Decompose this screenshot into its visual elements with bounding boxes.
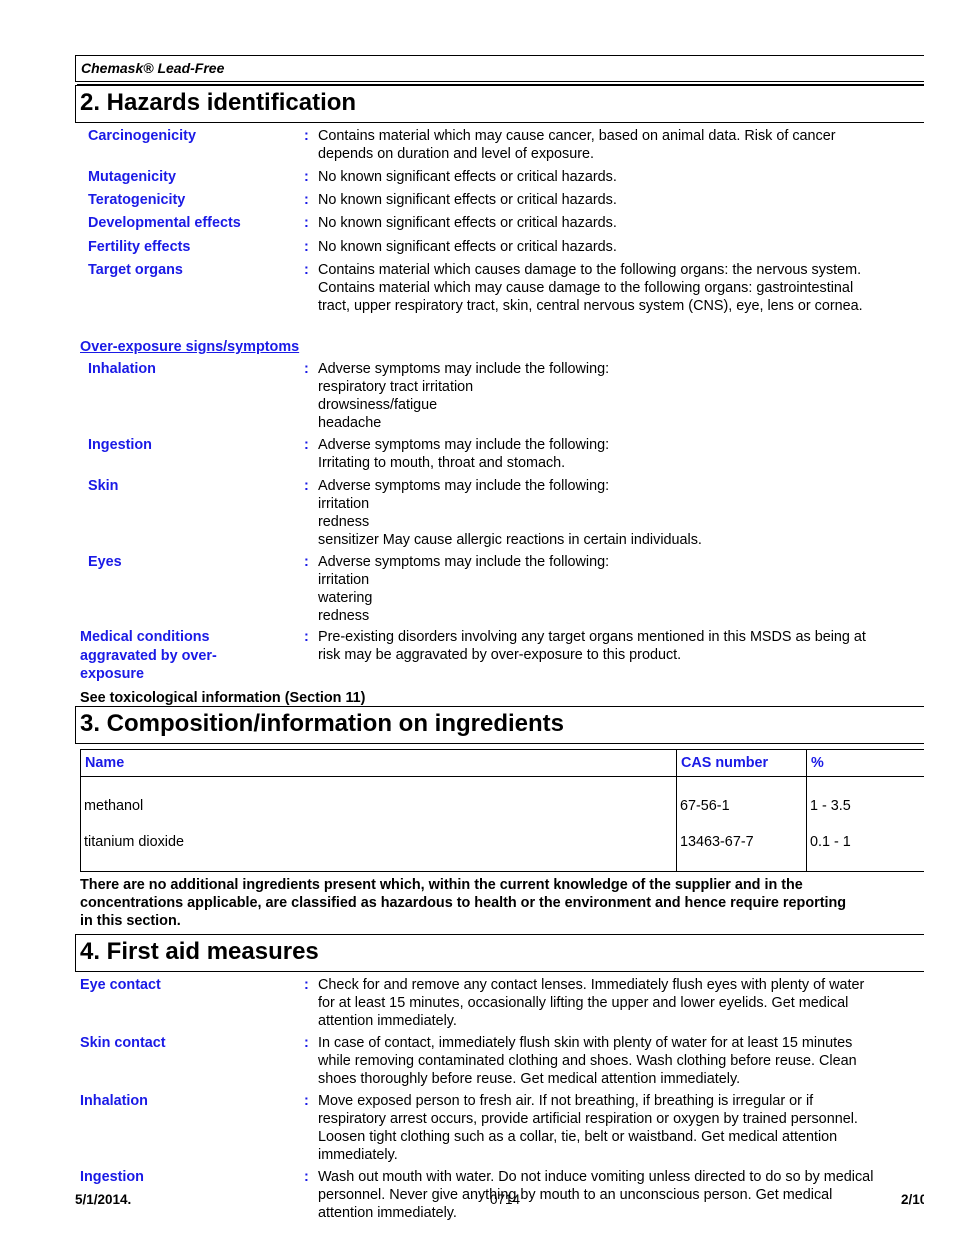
table-row: methanol titanium dioxide 67-56-1 13463-… — [80, 776, 924, 872]
section-title: 2. Hazards identification — [80, 89, 357, 116]
ingredients-table: Name CAS number % methanol titanium diox… — [80, 749, 924, 872]
row-colon: : — [304, 192, 309, 208]
hazard-row-carcinogenicity: Carcinogenicity : Contains material whic… — [75, 127, 924, 168]
row-colon: : — [304, 361, 309, 377]
hazard-row-developmental-effects: Developmental effects : No known signifi… — [75, 214, 924, 238]
section-title: 3. Composition/information on ingredient… — [80, 710, 564, 737]
row-label: Ingestion — [80, 1169, 144, 1185]
row-colon: : — [304, 478, 309, 494]
row-value: No known significant effects or critical… — [318, 192, 617, 208]
row-label: Skin contact — [80, 1035, 166, 1051]
row-value: Adverse symptoms may include the followi… — [318, 478, 702, 548]
row-colon: : — [304, 128, 309, 144]
row-label: Medical conditions aggravated by over- e… — [80, 629, 217, 682]
hazard-row-fertility-effects: Fertility effects : No known significant… — [75, 238, 924, 261]
row-colon: : — [304, 1093, 309, 1109]
row-label: Eyes — [88, 554, 122, 570]
document-page: Chemask® Lead-Free 2. Hazards identifica… — [75, 55, 924, 1226]
row-label: Inhalation — [88, 361, 156, 377]
row-label: Ingestion — [88, 437, 152, 453]
row-colon: : — [304, 1035, 309, 1051]
overexposure-heading[interactable]: Over-exposure signs/symptoms — [75, 338, 924, 360]
symptom-row-skin: Skin : Adverse symptoms may include the … — [75, 477, 924, 553]
row-label: Inhalation — [80, 1093, 148, 1109]
medical-conditions-row: Medical conditions aggravated by over- e… — [75, 628, 924, 689]
row-value: Wash out mouth with water. Do not induce… — [318, 1169, 874, 1221]
ingredient-cas: 67-56-1 — [680, 798, 730, 814]
section-heading-composition: 3. Composition/information on ingredient… — [75, 706, 924, 744]
row-colon: : — [304, 215, 309, 231]
row-value: Adverse symptoms may include the followi… — [318, 437, 610, 471]
row-label: Skin — [88, 478, 119, 494]
page-viewport: Chemask® Lead-Free 2. Hazards identifica… — [0, 0, 924, 1235]
row-label: Eye contact — [80, 977, 161, 993]
row-colon: : — [304, 169, 309, 185]
row-colon: : — [304, 239, 309, 255]
symptom-row-eyes: Eyes : Adverse symptoms may include the … — [75, 553, 924, 628]
row-value: Adverse symptoms may include the followi… — [318, 361, 610, 431]
column-header-name: Name — [80, 749, 677, 777]
row-value: Contains material which causes damage to… — [318, 262, 863, 314]
row-value: Contains material which may cause cancer… — [318, 128, 836, 162]
column-header-cas: CAS number — [676, 749, 807, 777]
section-heading-hazards: 2. Hazards identification — [75, 85, 924, 123]
see-toxicological-note: See toxicological information (Section 1… — [80, 690, 366, 706]
row-value: Check for and remove any contact lenses.… — [318, 977, 865, 1029]
row-value: No known significant effects or critical… — [318, 169, 617, 185]
first-aid-row-skin-contact: Skin contact : In case of contact, immed… — [75, 1034, 924, 1092]
ingredients-note: There are no additional ingredients pres… — [80, 877, 847, 929]
row-label: Developmental effects — [88, 215, 241, 231]
row-label: Carcinogenicity — [88, 128, 196, 144]
column-header-percent: % — [806, 749, 924, 777]
row-value: In case of contact, immediately flush sk… — [318, 1035, 857, 1087]
row-colon: : — [304, 977, 309, 993]
row-value: No known significant effects or critical… — [318, 215, 617, 231]
symptom-row-ingestion: Ingestion : Adverse symptoms may include… — [75, 436, 924, 477]
product-name: Chemask® Lead-Free — [81, 60, 225, 76]
table-header-row: Name CAS number % — [80, 749, 924, 777]
ingredient-cas: 13463-67-7 — [680, 834, 754, 850]
row-value: Adverse symptoms may include the followi… — [318, 554, 610, 624]
row-colon: : — [304, 554, 309, 570]
row-label: Teratogenicity — [88, 192, 186, 208]
row-value: Move exposed person to fresh air. If not… — [318, 1093, 858, 1163]
ingredient-name: titanium dioxide — [84, 834, 184, 850]
row-value: No known significant effects or critical… — [318, 239, 617, 255]
first-aid-row-eye-contact: Eye contact : Check for and remove any c… — [75, 976, 924, 1034]
hazard-row-teratogenicity: Teratogenicity : No known significant ef… — [75, 191, 924, 214]
footer-page-number: 2/10 — [901, 1192, 924, 1207]
section-title: 4. First aid measures — [80, 938, 319, 965]
ingredient-percent: 1 - 3.5 — [810, 798, 851, 814]
row-value: Pre-existing disorders involving any tar… — [318, 629, 866, 663]
footer-date: 5/1/2014. — [75, 1192, 132, 1207]
hazard-row-target-organs: Target organs : Contains material which … — [75, 261, 924, 338]
hazard-row-mutagenicity: Mutagenicity : No known significant effe… — [75, 168, 924, 191]
first-aid-row-inhalation: Inhalation : Move exposed person to fres… — [75, 1092, 924, 1168]
row-label: Fertility effects — [88, 239, 191, 255]
row-colon: : — [304, 262, 309, 278]
section-heading-first-aid: 4. First aid measures — [75, 934, 924, 972]
row-label: Mutagenicity — [88, 169, 176, 185]
symptom-row-inhalation: Inhalation : Adverse symptoms may includ… — [75, 360, 924, 436]
row-label: Target organs — [88, 262, 183, 278]
row-colon: : — [304, 437, 309, 453]
footer-code: 0714 — [490, 1192, 521, 1207]
row-colon: : — [304, 629, 309, 645]
document-header: Chemask® Lead-Free — [75, 55, 924, 82]
ingredient-percent: 0.1 - 1 — [810, 834, 851, 850]
row-colon: : — [304, 1169, 309, 1185]
ingredient-name: methanol — [84, 798, 144, 814]
